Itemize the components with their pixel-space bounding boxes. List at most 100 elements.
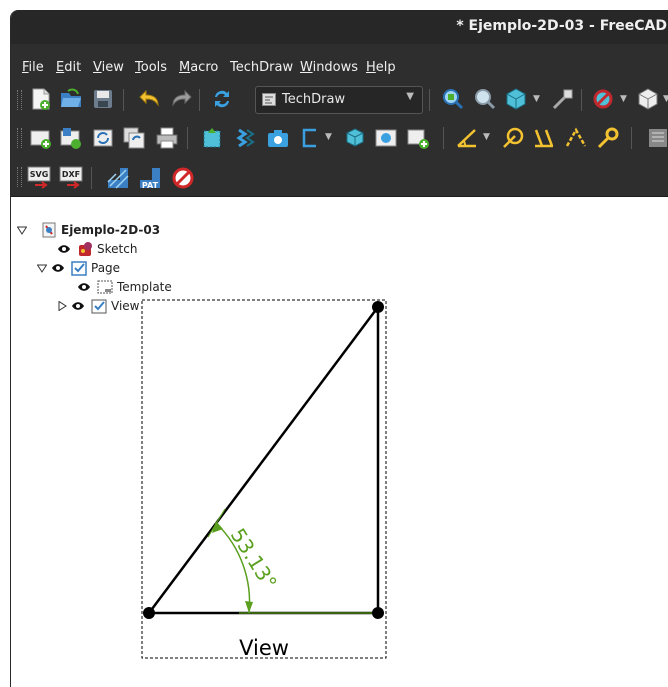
annotation-button[interactable]: [646, 126, 668, 150]
toggle-frame-button[interactable]: [171, 166, 195, 190]
visibility-eye-icon[interactable]: [51, 263, 65, 273]
menu-help[interactable]: Help: [366, 60, 396, 75]
isometric-cube-icon: [506, 88, 526, 110]
geom-hatch-icon: PAT: [140, 168, 160, 190]
techdraw-workbench-icon: [262, 93, 276, 106]
freecad-window: * Ejemplo-2D-03 - FreeCAD File Edit View…: [10, 10, 668, 687]
tree-item-document[interactable]: Ejemplo-2D-03: [17, 221, 160, 239]
angle-dimension-button[interactable]: [455, 126, 479, 150]
dimension-repair-button[interactable]: [596, 126, 620, 150]
tree-label-document: Ejemplo-2D-03: [61, 223, 161, 237]
insert-page-button[interactable]: [29, 126, 53, 150]
projection-group-button[interactable]: [298, 126, 322, 150]
clip-group-icon: [375, 129, 397, 147]
chevron-down-icon[interactable]: ▼: [325, 132, 332, 142]
menu-macro[interactable]: Macro: [179, 60, 218, 75]
new-document-icon: [32, 88, 50, 110]
angle-dimension-text[interactable]: 53.13°: [226, 524, 282, 594]
expanded-arrow-icon[interactable]: [37, 263, 47, 273]
menu-bar: File Edit View Tools Macro TechDraw Wind…: [11, 44, 668, 82]
chevron-down-icon[interactable]: ▼: [533, 94, 540, 104]
angle-dimension-icon: [457, 129, 476, 148]
new-document-button[interactable]: [29, 87, 53, 111]
title-bar: * Ejemplo-2D-03 - FreeCAD: [11, 10, 668, 44]
redraw-all-icon: [123, 127, 145, 149]
draw-style-icon: [593, 89, 613, 109]
export-dxf-button[interactable]: DXF: [59, 166, 83, 190]
print-button[interactable]: [155, 126, 179, 150]
vertex-point[interactable]: [143, 607, 155, 619]
clip-group-button[interactable]: [374, 126, 398, 150]
visibility-eye-icon[interactable]: [71, 301, 85, 311]
insert-page-template-button[interactable]: [59, 126, 83, 150]
save-document-button[interactable]: [91, 87, 115, 111]
section-view-button[interactable]: [343, 126, 367, 150]
fit-selection-button[interactable]: [473, 87, 497, 111]
view-label: View: [239, 636, 289, 660]
std-views-button[interactable]: [636, 87, 660, 111]
toolbar-separator: [199, 89, 200, 111]
chevron-down-icon[interactable]: ▼: [663, 94, 668, 104]
toolbar-separator: [581, 89, 582, 111]
fit-all-button[interactable]: [441, 87, 465, 111]
open-folder-icon: [61, 88, 81, 107]
insert-view-button[interactable]: [201, 126, 225, 150]
extent-dimension-button[interactable]: [532, 126, 556, 150]
clip-add-icon: [407, 129, 429, 149]
chamfer-dimension-icon: [565, 127, 587, 147]
menu-view[interactable]: View: [93, 60, 124, 75]
sketch-icon: [79, 242, 92, 256]
redraw-page-button[interactable]: [91, 126, 115, 150]
collapsed-arrow-icon[interactable]: [57, 301, 67, 311]
export-svg-icon: SVG: [27, 166, 51, 189]
expanded-arrow-icon[interactable]: [17, 225, 27, 235]
menu-techdraw[interactable]: TechDraw: [230, 60, 293, 75]
vertex-point[interactable]: [372, 301, 384, 313]
toolbar-grip[interactable]: [17, 90, 22, 110]
tree-label-template: Template: [117, 280, 172, 294]
redraw-all-button[interactable]: [122, 126, 146, 150]
redo-icon: [172, 89, 192, 107]
toolbar-separator: [91, 167, 92, 189]
vertex-point[interactable]: [372, 607, 384, 619]
measure-button[interactable]: [551, 87, 575, 111]
active-view-button[interactable]: [233, 126, 257, 150]
tree-item-template[interactable]: Template: [77, 278, 172, 296]
menu-windows[interactable]: Windows: [300, 60, 358, 75]
window-title: * Ejemplo-2D-03 - FreeCAD: [456, 18, 667, 34]
menu-file[interactable]: File: [22, 60, 44, 75]
isometric-view-button[interactable]: [504, 87, 528, 111]
toolbar-file-view: TechDraw ▼ ▼ ▼ ▼: [11, 82, 668, 118]
view-frame[interactable]: [141, 299, 387, 659]
chevron-down-icon[interactable]: ▼: [483, 132, 490, 142]
undo-button[interactable]: [138, 87, 162, 111]
tree-item-view[interactable]: View: [57, 297, 139, 315]
tree-item-page[interactable]: Page: [37, 259, 120, 277]
draw-style-button[interactable]: [591, 87, 615, 111]
document-icon: [42, 222, 56, 238]
toolbar-grip[interactable]: [17, 128, 22, 148]
tree-item-sketch[interactable]: Sketch: [57, 240, 137, 258]
redo-button[interactable]: [169, 87, 193, 111]
visibility-eye-icon[interactable]: [77, 282, 91, 292]
insert-view-icon: [203, 128, 221, 148]
camera-view-button[interactable]: [266, 126, 290, 150]
page-template-icon: [60, 128, 81, 149]
menu-edit[interactable]: Edit: [56, 60, 81, 75]
open-document-button[interactable]: [59, 87, 83, 111]
geom-hatch-button[interactable]: PAT: [138, 166, 162, 190]
chamfer-dimension-button[interactable]: [564, 126, 588, 150]
toolbar-grip[interactable]: [17, 167, 22, 187]
chevron-down-icon[interactable]: ▼: [620, 94, 627, 104]
menu-tools[interactable]: Tools: [135, 60, 167, 75]
radius-dimension-button[interactable]: [501, 126, 525, 150]
tree-label-view: View: [111, 299, 140, 313]
refresh-button[interactable]: [210, 87, 234, 111]
refresh-icon: [215, 90, 229, 108]
clip-add-button[interactable]: [406, 126, 430, 150]
workbench-selector[interactable]: TechDraw ▼: [255, 86, 423, 114]
bracket-view-icon: [302, 128, 316, 148]
hatch-button[interactable]: [106, 166, 130, 190]
visibility-eye-icon[interactable]: [57, 244, 71, 254]
export-svg-button[interactable]: SVG: [27, 166, 51, 190]
